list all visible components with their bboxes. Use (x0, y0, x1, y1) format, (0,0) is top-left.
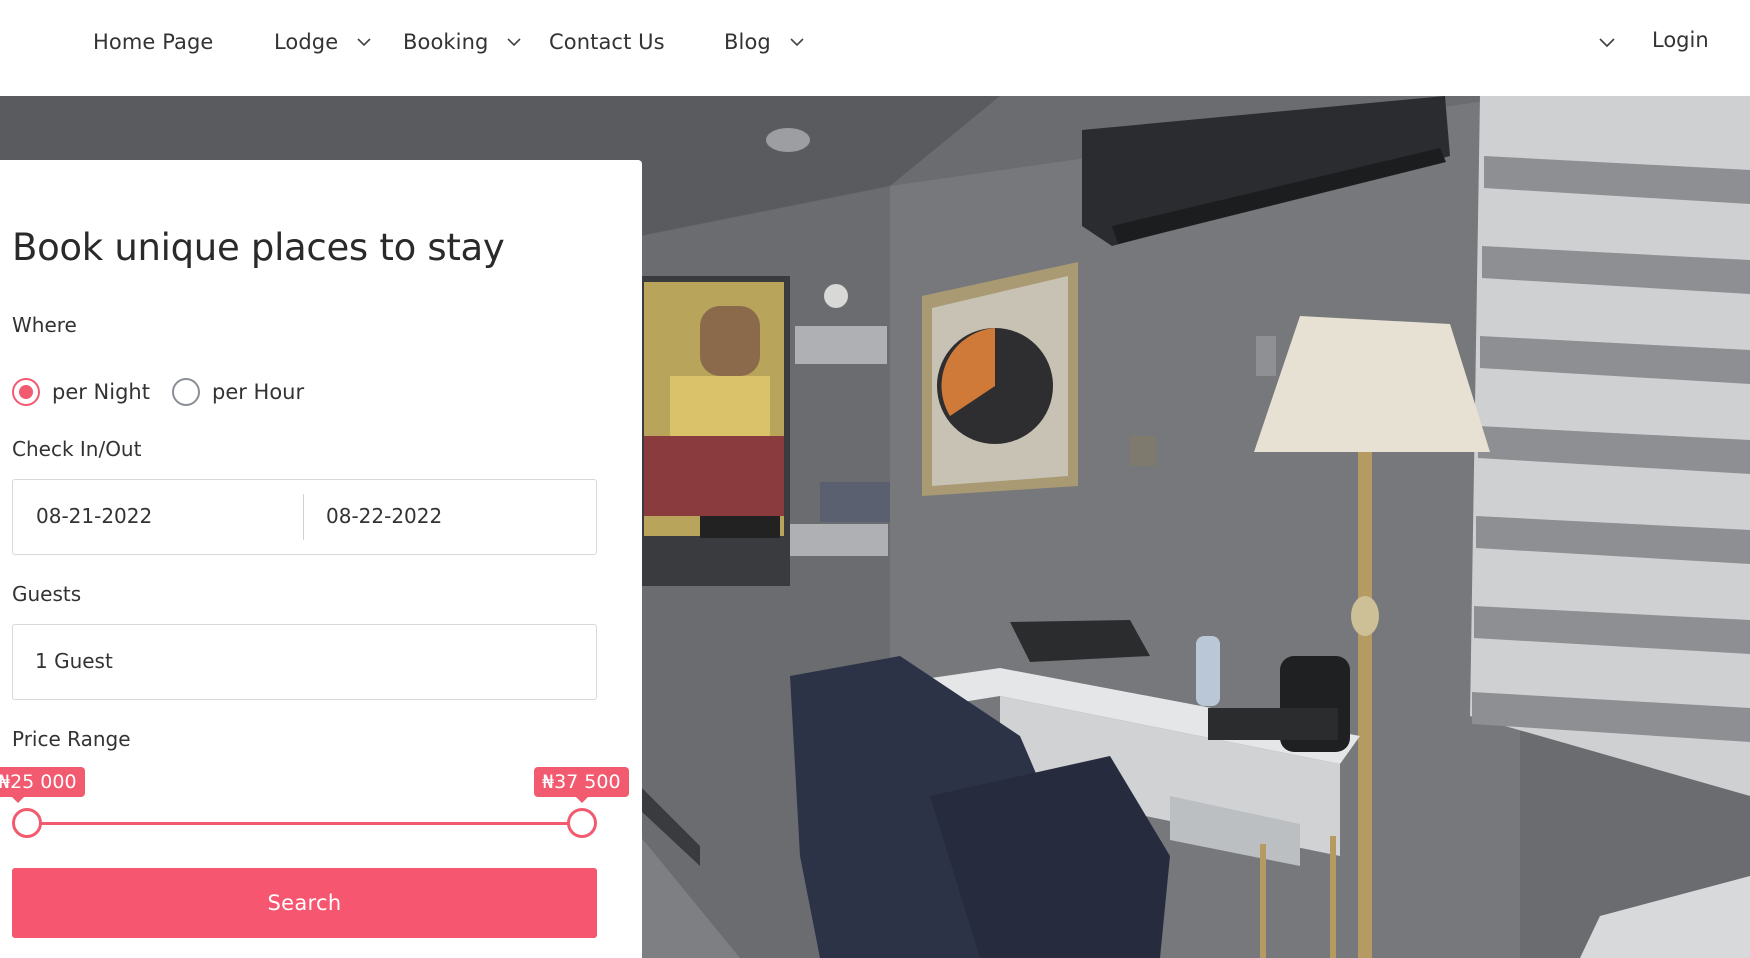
nav-blog-label: Blog (724, 30, 771, 54)
price-range-slider[interactable] (12, 808, 597, 838)
date-range-field: 08-21-2022 08-22-2022 (12, 479, 597, 555)
chevron-down-icon (356, 34, 372, 50)
price-range-track (26, 822, 581, 825)
checkinout-label: Check In/Out (12, 437, 142, 461)
nav-blog[interactable]: Blog (724, 28, 805, 56)
guests-input[interactable]: 1 Guest (12, 624, 597, 700)
nav-contact[interactable]: Contact Us (549, 28, 665, 56)
per-hour-label: per Hour (211, 380, 305, 404)
nav-home[interactable]: Home Page (93, 28, 213, 56)
nav-contact-label: Contact Us (549, 30, 665, 54)
search-button[interactable]: Search (12, 868, 597, 938)
nav-lodge-label: Lodge (274, 30, 339, 54)
check-in-input[interactable]: 08-21-2022 (36, 504, 152, 528)
date-divider (303, 494, 304, 540)
nav-home-label: Home Page (93, 30, 214, 54)
radio-checked-icon (12, 378, 40, 406)
per-hour-radio[interactable]: per Hour (171, 378, 305, 406)
nav-lodge[interactable]: Lodge (274, 28, 372, 56)
nav-booking-label: Booking (403, 30, 489, 54)
top-nav: Home Page Lodge Booking Contact Us Blog … (0, 0, 1750, 96)
rate-type-group: per Night per Hour (12, 378, 326, 406)
check-out-input[interactable]: 08-22-2022 (326, 504, 442, 528)
price-max-handle[interactable] (567, 808, 597, 838)
account-dropdown-chevron-icon[interactable] (1598, 33, 1616, 51)
guests-value: 1 Guest (35, 649, 113, 673)
chevron-down-icon (506, 34, 522, 50)
booking-title: Book unique places to stay (12, 226, 505, 269)
price-range-label: Price Range (12, 727, 131, 751)
radio-unchecked-icon (171, 378, 200, 406)
price-max-tooltip: ₦37 500 (534, 767, 629, 803)
booking-card: Book unique places to stay Where per Nig… (0, 160, 642, 958)
nav-booking[interactable]: Booking (403, 28, 522, 56)
chevron-down-icon (789, 34, 805, 50)
price-min-tooltip: ₦25 000 (0, 767, 85, 803)
per-night-radio[interactable]: per Night (12, 378, 150, 406)
where-label: Where (12, 313, 77, 337)
guests-label: Guests (12, 582, 82, 606)
price-min-handle[interactable] (12, 808, 42, 838)
per-night-label: per Night (52, 380, 150, 404)
login-link[interactable]: Login (1652, 28, 1709, 52)
